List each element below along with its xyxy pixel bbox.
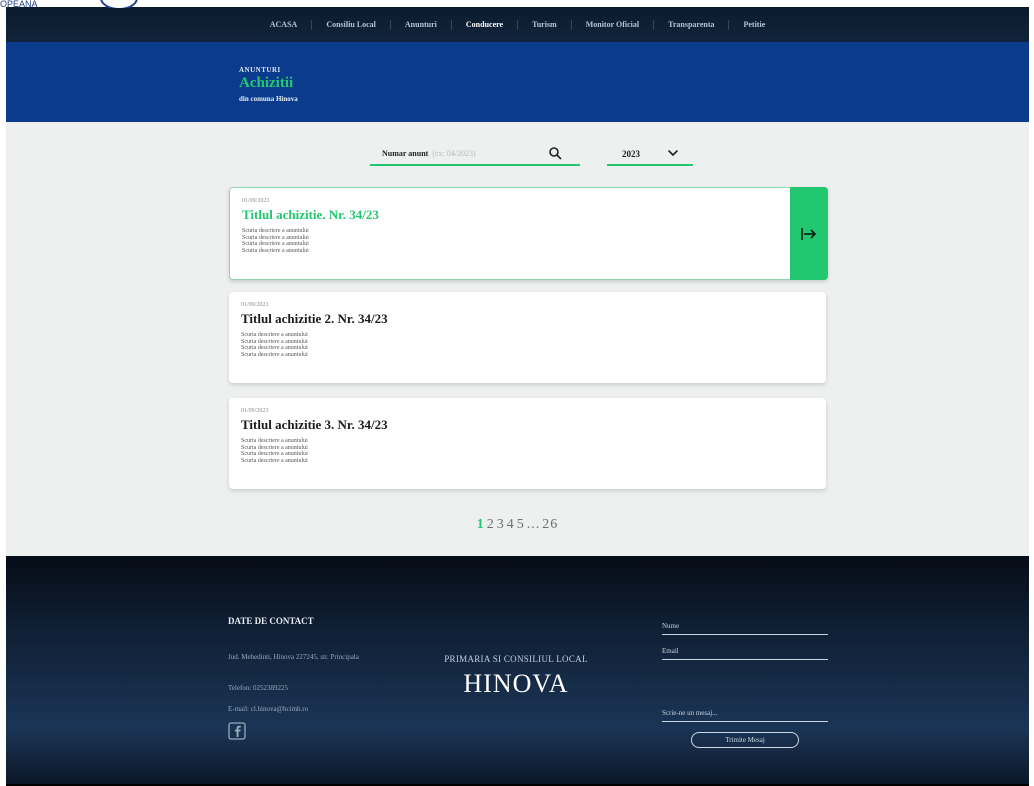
card-description-line: Scurta descriere a anuntului	[242, 247, 309, 254]
page-title: Achizitii	[239, 75, 294, 91]
chevron-down-icon	[668, 150, 678, 156]
page-link-3[interactable]: 3	[496, 517, 506, 532]
nav-item-anunturi[interactable]: Anunturi	[391, 19, 452, 30]
search-label: Numar anunt	[382, 149, 429, 158]
card-title[interactable]: Titlul achizitie. Nr. 34/23	[242, 207, 379, 223]
announcement-search: Numar anunt	[370, 143, 580, 166]
nav-item-monitor-oficial[interactable]: Monitor Oficial	[572, 19, 655, 30]
nav-item-turism[interactable]: Turism	[518, 19, 572, 30]
footer-brand-subtitle: PRIMARIA SI CONSILIUL LOCAL	[444, 654, 588, 664]
card-description: Scurta descriere a anuntului Scurta desc…	[241, 438, 308, 464]
card-date: 01/09/2023	[242, 198, 270, 204]
search-input[interactable]	[432, 149, 543, 158]
card-date: 01/09/2023	[241, 408, 269, 414]
card-description-line: Scurta descriere a anuntului	[241, 451, 308, 457]
contact-email[interactable]: E-mail: cl.hinova@hcimh.ro	[228, 705, 308, 713]
card-description-line: Scurta descriere a anuntului	[241, 457, 308, 464]
page-link-last[interactable]: 26	[541, 517, 559, 532]
pagination-ellipsis: ...	[526, 517, 541, 532]
contact-title: DATE DE CONTACT	[228, 616, 314, 626]
send-message-button[interactable]: Trimite Mesaj	[691, 732, 799, 748]
banner-kicker: ANUNTURI	[239, 66, 281, 74]
contact-message-field[interactable]: Scrie-ne un mesaj...	[662, 707, 828, 722]
achizitie-card-3[interactable]: 01/09/2023 Titlul achizitie 3. Nr. 34/23…	[229, 398, 826, 489]
card-description: Scurta descriere a anuntului Scurta desc…	[241, 332, 308, 358]
card-description-line: Scurta descriere a anuntului	[241, 332, 308, 338]
pagination: 1 2 3 4 5... 26	[6, 517, 1029, 533]
page-frame: ACASA Consiliu Local Anunturi Conducere …	[6, 7, 1029, 786]
year-select[interactable]: 2023	[607, 143, 693, 166]
achizitie-card-1[interactable]: 01/09/2023 Titlul achizitie. Nr. 34/23 S…	[229, 187, 828, 280]
contact-phone[interactable]: Telefon: 0252389225	[228, 684, 288, 692]
page-link-5[interactable]: 5	[516, 517, 526, 532]
eu-logo: OPEANA	[0, 0, 150, 8]
page-link-2[interactable]: 2	[486, 517, 496, 532]
facebook-icon[interactable]	[228, 722, 246, 740]
page-subtitle: din comuna Hinova	[239, 95, 298, 103]
search-icon[interactable]	[548, 146, 562, 160]
page-link-1[interactable]: 1	[476, 517, 486, 532]
card-description: Scurta descriere a anuntului Scurta desc…	[242, 228, 309, 254]
year-value: 2023	[622, 148, 640, 159]
nav-item-consiliu-local[interactable]: Consiliu Local	[312, 19, 391, 30]
page-banner: ANUNTURI Achizitii din comuna Hinova	[6, 42, 1029, 122]
eu-logo-text: OPEANA	[0, 0, 38, 8]
nav-item-acasa[interactable]: ACASA	[256, 19, 313, 30]
arrow-right-icon	[801, 227, 817, 240]
page-link-4[interactable]: 4	[506, 517, 516, 532]
card-title[interactable]: Titlul achizitie 2. Nr. 34/23	[241, 311, 388, 327]
card-date: 01/09/2023	[241, 302, 269, 308]
card-description-line: Scurta descriere a anuntului	[241, 438, 308, 444]
achizitie-card-2[interactable]: 01/09/2023 Titlul achizitie 2. Nr. 34/23…	[229, 292, 826, 383]
card-description-line: Scurta descriere a anuntului	[241, 351, 308, 358]
open-card-button[interactable]	[790, 187, 828, 280]
eu-logo-emblem-icon	[100, 0, 138, 8]
nav-item-petitie[interactable]: Petitie	[729, 20, 779, 30]
contact-name-field[interactable]: Nume	[662, 620, 828, 635]
card-description-line: Scurta descriere a anuntului	[241, 345, 308, 351]
nav-item-conducere[interactable]: Conducere	[452, 19, 519, 30]
card-description-line: Scurta descriere a anuntului	[242, 241, 309, 247]
footer-brand-title: HINOVA	[463, 669, 569, 698]
contact-address: Jud. Mehedinti, Hinova 227245, str. Prin…	[228, 653, 359, 661]
site-footer: DATE DE CONTACT Jud. Mehedinti, Hinova 2…	[6, 556, 1029, 786]
top-navigation: ACASA Consiliu Local Anunturi Conducere …	[6, 7, 1029, 42]
card-title[interactable]: Titlul achizitie 3. Nr. 34/23	[241, 417, 388, 433]
nav-item-transparenta[interactable]: Transparenta	[654, 19, 730, 30]
contact-email-field[interactable]: Email	[662, 645, 828, 660]
card-description-line: Scurta descriere a anuntului	[242, 228, 309, 234]
